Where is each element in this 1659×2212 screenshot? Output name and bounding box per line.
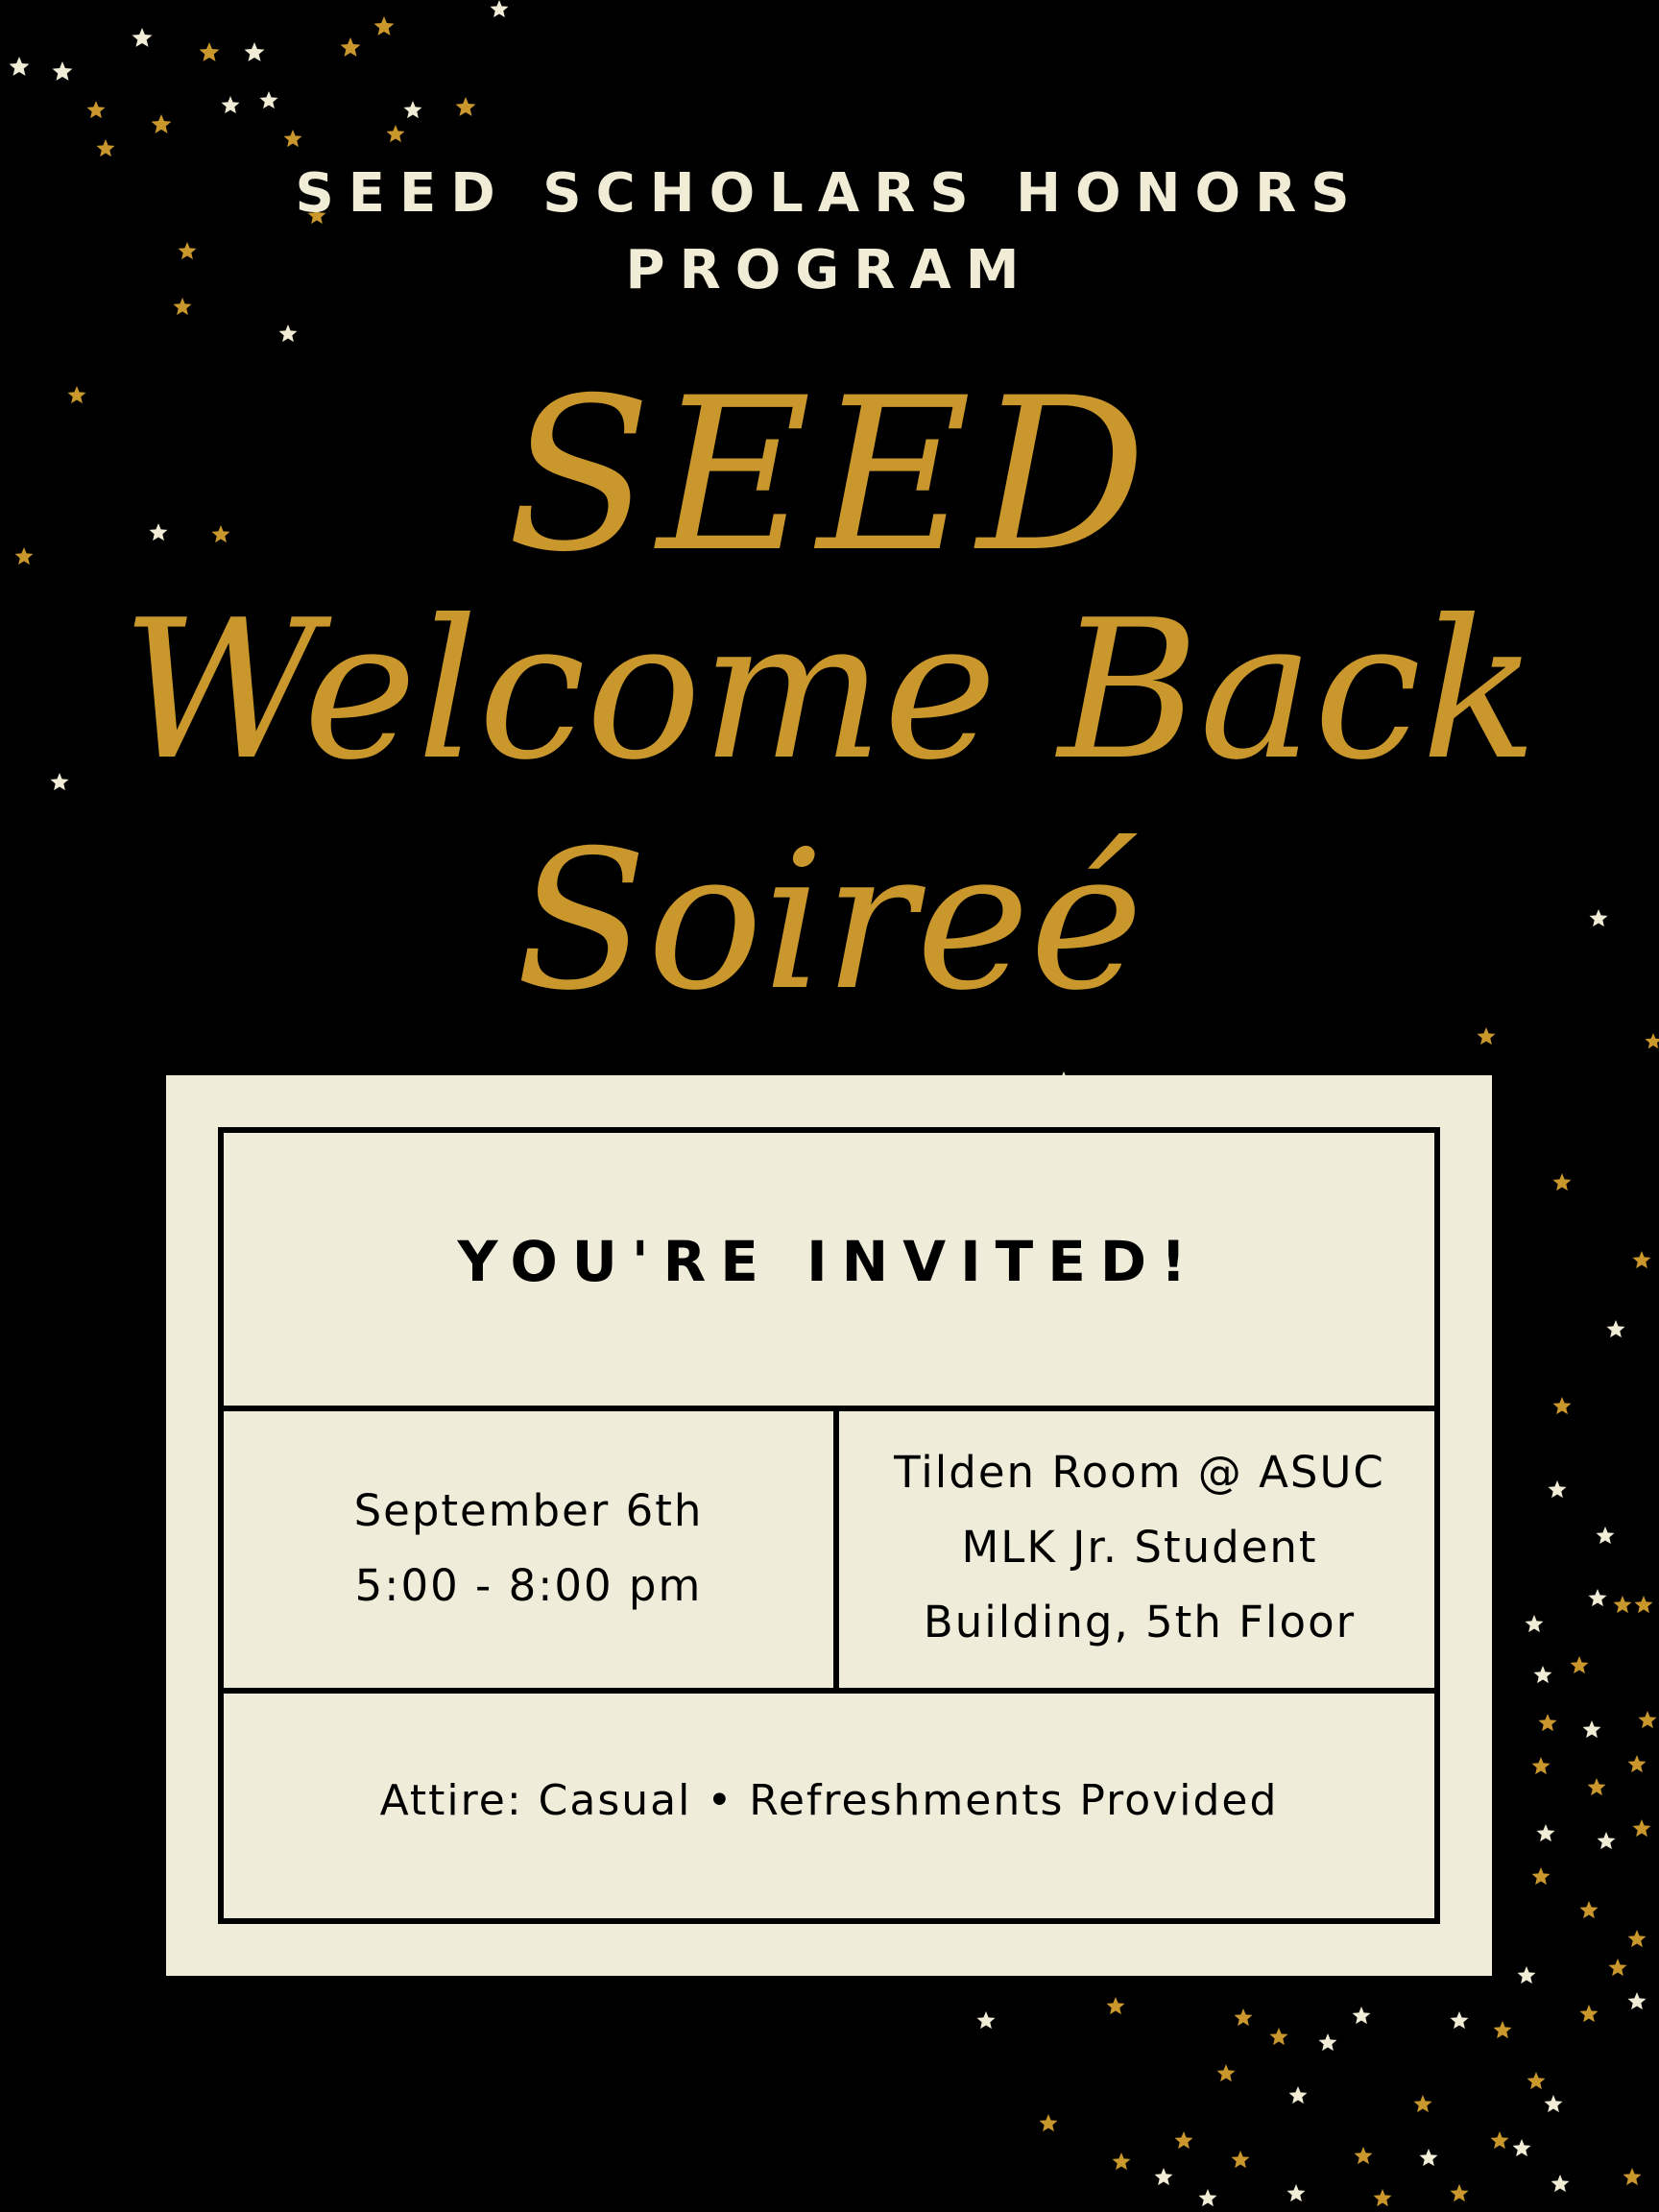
star-icon (1587, 1778, 1606, 1796)
star-icon (1198, 2189, 1217, 2207)
star-icon (1606, 1320, 1625, 1338)
star-icon (151, 114, 172, 133)
event-title-line2: Welcome Back (121, 579, 1538, 803)
divider (224, 1406, 1434, 1411)
star-icon (1512, 2139, 1531, 2157)
star-icon (1154, 2168, 1173, 2186)
star-icon (132, 28, 153, 47)
star-icon (1588, 1589, 1607, 1607)
star-icon (1552, 1397, 1572, 1415)
star-icon (1112, 2152, 1131, 2171)
star-icon (1354, 2147, 1373, 2165)
star-icon (259, 91, 278, 109)
star-icon (1632, 1251, 1651, 1269)
star-icon (283, 130, 302, 148)
star-icon (1039, 2114, 1058, 2132)
star-icon (1579, 1901, 1599, 1919)
event-title-line3: Soireé (516, 809, 1143, 1033)
divider (224, 1688, 1434, 1694)
event-time: 5:00 - 8:00 pm (354, 1560, 703, 1611)
star-icon (1531, 1867, 1551, 1886)
star-icon (386, 125, 405, 143)
star-icon (403, 101, 422, 119)
star-icon (1318, 2033, 1337, 2052)
star-icon (1419, 2149, 1438, 2167)
star-icon (1608, 1959, 1627, 1977)
star-icon (244, 42, 265, 61)
star-icon (1450, 2184, 1469, 2202)
star-icon (373, 16, 395, 36)
star-icon (1106, 1997, 1125, 2015)
location-line3: Building, 5th Floor (923, 1597, 1357, 1647)
star-icon (1373, 2189, 1392, 2207)
star-icon (455, 97, 476, 116)
program-name: SEED SCHOLARS HONORS PROGRAM (0, 156, 1659, 309)
star-icon (1216, 2064, 1236, 2082)
star-icon (1579, 2005, 1599, 2023)
star-icon (1632, 1819, 1651, 1838)
star-icon (1634, 1596, 1653, 1614)
star-icon (1596, 1527, 1615, 1545)
star-icon (1493, 2021, 1512, 2039)
star-icon (1517, 1966, 1536, 1984)
location-block: Tilden Room @ ASUC MLK Jr. Student Build… (839, 1435, 1440, 1660)
star-icon (340, 37, 361, 57)
star-icon (1552, 1173, 1572, 1191)
star-icon (278, 325, 298, 343)
star-icon (1450, 2011, 1469, 2030)
star-icon (1286, 2184, 1306, 2202)
star-icon (1525, 1615, 1544, 1633)
star-icon (1638, 1711, 1657, 1729)
star-icon (1538, 1714, 1557, 1732)
date-time-block: September 6th 5:00 - 8:00 pm (224, 1474, 833, 1623)
star-icon (976, 2011, 996, 2030)
star-icon (1231, 2151, 1250, 2169)
star-icon (1597, 1832, 1616, 1850)
program-name-line1: SEED SCHOLARS HONORS (295, 162, 1364, 225)
location-line1: Tilden Room @ ASUC (894, 1447, 1385, 1498)
star-icon (1269, 2028, 1288, 2046)
star-icon (9, 57, 30, 76)
star-icon (1531, 1757, 1551, 1775)
event-title-line1: SEED (506, 352, 1153, 598)
invitation-frame: YOU'RE INVITED! September 6th 5:00 - 8:0… (218, 1127, 1440, 1924)
star-icon (1413, 2095, 1432, 2113)
star-icon (199, 42, 220, 61)
star-icon (1582, 1720, 1601, 1739)
star-icon (490, 0, 509, 18)
star-icon (1613, 1596, 1632, 1614)
star-icon (96, 139, 115, 157)
star-icon (1544, 2095, 1563, 2113)
star-icon (1627, 1755, 1647, 1773)
event-date: September 6th (353, 1485, 704, 1536)
star-icon (221, 96, 240, 114)
invited-heading: YOU'RE INVITED! (457, 1229, 1201, 1294)
invitation-card: YOU'RE INVITED! September 6th 5:00 - 8:0… (166, 1075, 1492, 1976)
star-icon (1536, 1824, 1555, 1842)
star-icon (1288, 2086, 1308, 2104)
star-icon (1551, 2175, 1570, 2193)
star-icon (1570, 1656, 1589, 1674)
location-line2: MLK Jr. Student (961, 1522, 1318, 1573)
star-icon (86, 101, 106, 119)
star-icon (52, 61, 73, 81)
star-icon (1527, 2072, 1546, 2090)
star-icon (1174, 2131, 1193, 2150)
star-icon (1533, 1666, 1552, 1684)
star-icon (1548, 1480, 1567, 1499)
star-icon (1490, 2131, 1509, 2150)
star-icon (1627, 1930, 1647, 1948)
star-icon (1623, 2168, 1642, 2186)
star-icon (1352, 2007, 1371, 2025)
program-name-line2: PROGRAM (625, 239, 1034, 301)
star-icon (1234, 2008, 1253, 2027)
attire-refreshments: Attire: Casual • Refreshments Provided (379, 1776, 1279, 1825)
star-icon (1627, 1992, 1647, 2010)
